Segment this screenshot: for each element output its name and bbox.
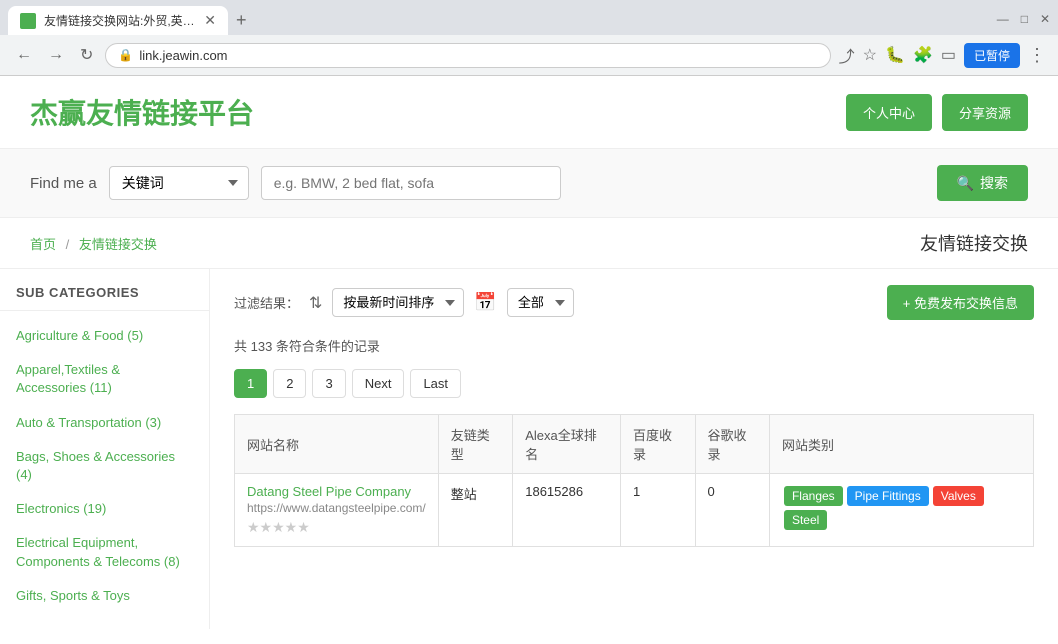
cast-icon[interactable]: ▭ [941, 45, 956, 65]
category-tag: Flanges [784, 486, 843, 506]
personal-center-btn[interactable]: 个人中心 [846, 94, 932, 131]
tab-close-btn[interactable]: ✕ [204, 12, 216, 29]
main-layout: SUB CATEGORIES Agriculture & Food (5) Ap… [0, 269, 1058, 629]
sort-select[interactable]: 按最新时间排序 [332, 288, 464, 317]
category-tag: Valves [933, 486, 984, 506]
bug-icon[interactable]: 🐛 [885, 45, 905, 65]
page-wrapper: 杰赢友情链接平台 个人中心 分享资源 Find me a 关键词 🔍 搜索 首页… [0, 76, 1058, 636]
breadcrumb-home[interactable]: 首页 [30, 237, 56, 252]
cell-google: 0 [695, 474, 769, 547]
col-google: 谷歌收录 [695, 415, 769, 474]
col-alexa: Alexa全球排名 [513, 415, 621, 474]
reload-button[interactable]: ↻ [76, 41, 97, 69]
lock-icon: 🔒 [118, 48, 133, 62]
filter-icon: ⇅ [309, 293, 322, 313]
sidebar-title: SUB CATEGORIES [0, 285, 209, 311]
site-header: 杰赢友情链接平台 个人中心 分享资源 [0, 76, 1058, 149]
tab-title: 友情链接交换网站:外贸,英文,谷... [44, 12, 196, 29]
sidebar-item-agriculture[interactable]: Agriculture & Food (5) [0, 319, 209, 353]
page-2-btn[interactable]: 2 [273, 369, 306, 398]
window-controls: — □ ✕ [997, 12, 1050, 30]
site-url: https://www.datangsteelpipe.com/ [247, 501, 426, 515]
breadcrumb: 首页 / 友情链接交换 友情链接交换 [0, 218, 1058, 269]
page-1-btn[interactable]: 1 [234, 369, 267, 398]
next-page-btn[interactable]: Next [352, 369, 405, 398]
sidebar-item-auto[interactable]: Auto & Transportation (3) [0, 406, 209, 440]
main-content: 过滤结果： ⇅ 按最新时间排序 📅 全部 + 免费发布交换信息 共 133 条符… [210, 269, 1058, 629]
sidebar-item-electrical[interactable]: Electrical Equipment, Components & Telec… [0, 526, 209, 578]
date-filter-select[interactable]: 全部 [507, 288, 574, 317]
table-row: Datang Steel Pipe Company https://www.dat… [235, 474, 1034, 547]
url-text: link.jeawin.com [139, 48, 817, 63]
table-header: 网站名称 友链类型 Alexa全球排名 百度收录 谷歌收录 网站类别 [235, 415, 1034, 474]
cell-alexa: 18615286 [513, 474, 621, 547]
cell-site-name: Datang Steel Pipe Company https://www.dat… [235, 474, 439, 547]
extension-button[interactable]: 已暂停 [964, 43, 1020, 68]
maximize-btn[interactable]: □ [1021, 12, 1028, 26]
table-header-row: 网站名称 友链类型 Alexa全球排名 百度收录 谷歌收录 网站类别 [235, 415, 1034, 474]
back-button[interactable]: ← [12, 42, 36, 68]
cell-tags: FlangesPipe FittingsValves Steel [769, 474, 1033, 547]
site-name-link[interactable]: Datang Steel Pipe Company [247, 484, 411, 499]
forward-button[interactable]: → [44, 42, 68, 68]
star-rating: ★★★★★ [247, 519, 426, 536]
pagination: 1 2 3 Next Last [234, 369, 1034, 398]
breadcrumb-nav: 首页 / 友情链接交换 [30, 234, 157, 253]
publish-exchange-btn[interactable]: + 免费发布交换信息 [887, 285, 1034, 320]
url-box[interactable]: 🔒 link.jeawin.com [105, 43, 830, 68]
col-category: 网站类别 [769, 415, 1033, 474]
cell-baidu: 1 [621, 474, 695, 547]
data-table: 网站名称 友链类型 Alexa全球排名 百度收录 谷歌收录 网站类别 Datan… [234, 414, 1034, 547]
address-bar: ← → ↻ 🔒 link.jeawin.com ⤴ ☆ 🐛 🧩 ▭ 已暂停 ⋮ [0, 35, 1058, 75]
header-buttons: 个人中心 分享资源 [846, 94, 1028, 131]
page-3-btn[interactable]: 3 [312, 369, 345, 398]
search-type-select[interactable]: 关键词 [109, 166, 249, 200]
menu-button[interactable]: ⋮ [1028, 45, 1046, 66]
cell-link-type: 整站 [438, 474, 512, 547]
breadcrumb-separator: / [66, 237, 70, 252]
col-site-name: 网站名称 [235, 415, 439, 474]
new-tab-button[interactable]: + [236, 10, 247, 31]
active-tab[interactable]: 友情链接交换网站:外贸,英文,谷... ✕ [8, 6, 228, 35]
filter-label: 过滤结果： [234, 293, 299, 312]
last-page-btn[interactable]: Last [410, 369, 461, 398]
category-tag: Steel [784, 510, 827, 530]
browser-chrome: 友情链接交换网站:外贸,英文,谷... ✕ + — □ ✕ ← → ↻ 🔒 li… [0, 0, 1058, 76]
sidebar: SUB CATEGORIES Agriculture & Food (5) Ap… [0, 269, 210, 629]
toolbar-icons: ⤴ ☆ 🐛 🧩 ▭ 已暂停 ⋮ [839, 43, 1046, 68]
site-logo: 杰赢友情链接平台 [30, 92, 254, 132]
breadcrumb-current[interactable]: 友情链接交换 [79, 237, 157, 252]
col-link-type: 友链类型 [438, 415, 512, 474]
share-resource-btn[interactable]: 分享资源 [942, 94, 1028, 131]
star-icon[interactable]: ☆ [863, 45, 877, 65]
search-icon: 🔍 [957, 175, 974, 192]
search-label: Find me a [30, 175, 97, 192]
puzzle-icon[interactable]: 🧩 [913, 45, 933, 65]
page-section-title: 友情链接交换 [920, 230, 1028, 256]
share-icon[interactable]: ⤴ [839, 43, 855, 67]
sidebar-item-electronics[interactable]: Electronics (19) [0, 492, 209, 526]
tab-bar: 友情链接交换网站:外贸,英文,谷... ✕ + — □ ✕ [0, 0, 1058, 35]
sidebar-item-bags[interactable]: Bags, Shoes & Accessories (4) [0, 440, 209, 492]
search-input[interactable] [261, 166, 561, 200]
close-btn[interactable]: ✕ [1040, 12, 1050, 26]
calendar-icon[interactable]: 📅 [474, 292, 496, 313]
minimize-btn[interactable]: — [997, 12, 1009, 26]
filter-bar: 过滤结果： ⇅ 按最新时间排序 📅 全部 + 免费发布交换信息 [234, 285, 1034, 320]
record-count: 共 133 条符合条件的记录 [234, 336, 1034, 355]
table-body: Datang Steel Pipe Company https://www.dat… [235, 474, 1034, 547]
sidebar-item-gifts[interactable]: Gifts, Sports & Toys [0, 579, 209, 613]
col-baidu: 百度收录 [621, 415, 695, 474]
search-section: Find me a 关键词 🔍 搜索 [0, 149, 1058, 218]
category-tag: Pipe Fittings [847, 486, 929, 506]
tab-favicon [20, 13, 36, 29]
search-button[interactable]: 🔍 搜索 [937, 165, 1028, 201]
sidebar-item-apparel[interactable]: Apparel,Textiles & Accessories (11) [0, 353, 209, 405]
